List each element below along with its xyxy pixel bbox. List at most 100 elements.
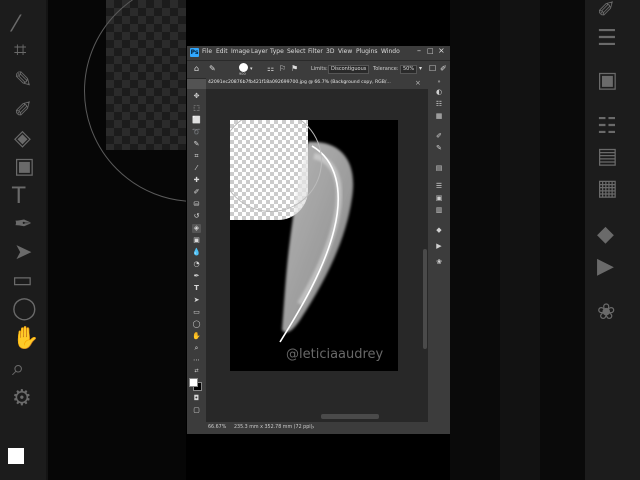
zoom-level[interactable]: 66.67% [208, 425, 226, 430]
crop-icon[interactable]: ⌗ [192, 152, 201, 161]
swap-colors-icon[interactable]: ⇄ [192, 367, 201, 376]
sampling-swatch-icon[interactable]: ⚑ [291, 65, 298, 73]
protect-foreground-checkbox[interactable]: ☐ [429, 65, 436, 73]
bg-swatches-icon: ▣ [597, 68, 618, 93]
menu-select[interactable]: Select [287, 48, 306, 55]
artboard-icon[interactable]: ⬚ [192, 104, 201, 113]
image-canvas[interactable]: @leticiaaudrey [230, 120, 398, 371]
background-left-blur: ⁄ ⌗ ✎ ✐ ◈ ▣ T ✒ ➤ ▭ ◯ ✋ ⌕ ⚙ [0, 0, 186, 480]
tolerance-input[interactable]: 50% [400, 65, 418, 74]
document-tab-title[interactable]: 42091ec20876b7fb421f18a092699700.jpg @ 6… [208, 80, 391, 85]
menu-plugins[interactable]: Plugins [356, 48, 378, 55]
lasso-icon[interactable]: ➰ [192, 128, 201, 137]
stamp-icon[interactable]: ⛁ [192, 200, 201, 209]
path-select-icon[interactable]: ➤ [192, 296, 201, 305]
bg-brush-icon: ✐ [14, 98, 33, 123]
foreground-color-swatch[interactable] [189, 378, 198, 387]
edit-toolbar-icon[interactable]: ⋯ [192, 356, 201, 365]
quick-mask-icon[interactable]: ◘ [192, 394, 201, 403]
document-dimensions: 235.3 mm x 352.78 mm (72 ppi) [234, 425, 313, 430]
adjustments-icon[interactable]: ☰ [434, 181, 444, 191]
panels-dock: » ◐ ☷ ▦ ✐ ✎ ▤ ☰ ▣ ▥ ◆ ▶ ❀ [428, 77, 450, 434]
options-bar: ⌂ ✎ 900 ▾ ⚏ ⚐ ⚑ Limits: Discontiguous To… [187, 60, 450, 79]
minimize-icon[interactable]: – [417, 46, 421, 55]
status-menu-icon[interactable]: › [312, 424, 314, 431]
photoshop-logo: Ps [190, 48, 199, 57]
bg-path-select-icon: ➤ [14, 240, 33, 265]
ellipse-icon[interactable]: ◯ [192, 320, 201, 329]
brush-icon[interactable]: ✐ [192, 188, 201, 197]
hand-icon[interactable]: ✋ [192, 332, 201, 341]
gradient-icon[interactable]: ▣ [192, 236, 201, 245]
background-eraser-tool-icon[interactable]: ✎ [209, 65, 216, 73]
bg-properties-icon: ☷ [597, 114, 617, 139]
quick-select-icon[interactable]: ✎ [192, 140, 201, 149]
close-icon[interactable]: × [438, 46, 445, 55]
menu-bar: Ps File Edit Image Layer Type Select Fil… [187, 46, 450, 60]
brush-size-value: 900 [239, 72, 246, 76]
dodge-icon[interactable]: ◔ [192, 260, 201, 269]
bg-type-icon: T [12, 184, 26, 209]
menu-view[interactable]: View [338, 48, 352, 55]
menu-filter[interactable]: Filter [308, 48, 323, 55]
collapse-panels-icon[interactable]: » [434, 77, 444, 87]
pressure-icon[interactable]: ✐ [440, 65, 447, 73]
marquee-icon[interactable]: ⬜ [192, 116, 201, 125]
eyedropper-icon[interactable]: ⁄ [192, 164, 201, 173]
menu-edit[interactable]: Edit [216, 48, 228, 55]
color-panel-icon[interactable]: ◐ [434, 87, 444, 97]
menu-layer[interactable]: Layer [251, 48, 268, 55]
home-icon[interactable]: ⌂ [194, 65, 199, 73]
layers-icon[interactable]: ◆ [434, 225, 444, 235]
bg-eraser-icon: ◈ [14, 126, 31, 151]
bg-pen-icon: ✒ [14, 212, 33, 237]
libraries-icon[interactable]: ▥ [434, 205, 444, 215]
blur-icon[interactable]: 💧 [192, 248, 201, 257]
patterns-panel-icon[interactable]: ▦ [434, 111, 444, 121]
vertical-scrollbar[interactable] [423, 249, 427, 349]
horizontal-scrollbar[interactable] [321, 414, 379, 419]
bg-play-icon: ▶ [597, 254, 614, 279]
sampling-continuous-icon[interactable]: ⚏ [267, 65, 274, 73]
actions-icon[interactable]: ▶ [434, 241, 444, 251]
sampling-once-icon[interactable]: ⚐ [279, 65, 286, 73]
type-icon[interactable]: T [192, 284, 201, 293]
tools-panel: ✥ ⬚ ⬜ ➰ ✎ ⌗ ⁄ ✚ ✐ ⛁ ↺ ◈ ▣ 💧 ◔ ✒ T ➤ ▭ ◯ … [187, 89, 206, 434]
gradients-panel-icon[interactable]: ▤ [434, 163, 444, 173]
menu-type[interactable]: Type [270, 48, 284, 55]
zoom-icon[interactable]: ⌕ [192, 344, 201, 353]
brush-preview-icon[interactable] [239, 63, 248, 72]
brushes-panel-icon[interactable]: ✎ [434, 143, 444, 153]
bg-crop-icon: ⌗ [14, 38, 27, 63]
menu-window[interactable]: Windo [381, 48, 400, 55]
menu-3d[interactable]: 3D [326, 48, 334, 55]
menu-image[interactable]: Image [231, 48, 250, 55]
brush-dropdown-icon[interactable]: ▾ [250, 65, 253, 73]
brush-settings-icon[interactable]: ✐ [434, 131, 444, 141]
bg-zoom-icon: ⌕ [12, 356, 25, 381]
pen-icon[interactable]: ✒ [192, 272, 201, 281]
move-icon[interactable]: ✥ [192, 92, 201, 101]
bg-rectangle-icon: ▭ [12, 268, 33, 293]
bg-wand-icon: ⁄ [14, 12, 18, 37]
menu-file[interactable]: File [202, 48, 212, 55]
healing-icon[interactable]: ✚ [192, 176, 201, 185]
bg-eyedropper-icon: ✎ [14, 68, 33, 93]
tolerance-label: Tolerance: [373, 66, 399, 72]
properties-icon[interactable]: ▣ [434, 193, 444, 203]
bg-history-icon: ▦ [597, 176, 618, 201]
tolerance-dropdown-icon[interactable]: ▾ [419, 65, 422, 73]
close-tab-icon[interactable]: × [415, 79, 421, 87]
bg-ellipse-icon: ◯ [12, 296, 37, 321]
bg-adjust-icon: ☰ [597, 26, 617, 51]
screen-mode-icon[interactable]: ▢ [192, 406, 201, 415]
background-right-strip [500, 0, 540, 480]
maximize-icon[interactable]: □ [427, 47, 434, 55]
channels-icon[interactable]: ❀ [434, 257, 444, 267]
eraser-icon[interactable]: ◈ [192, 224, 201, 233]
rectangle-icon[interactable]: ▭ [192, 308, 201, 317]
limits-label: Limits: [311, 66, 328, 72]
swatches-panel-icon[interactable]: ☷ [434, 99, 444, 109]
history-brush-icon[interactable]: ↺ [192, 212, 201, 221]
limits-select[interactable]: Discontiguous [328, 65, 370, 74]
